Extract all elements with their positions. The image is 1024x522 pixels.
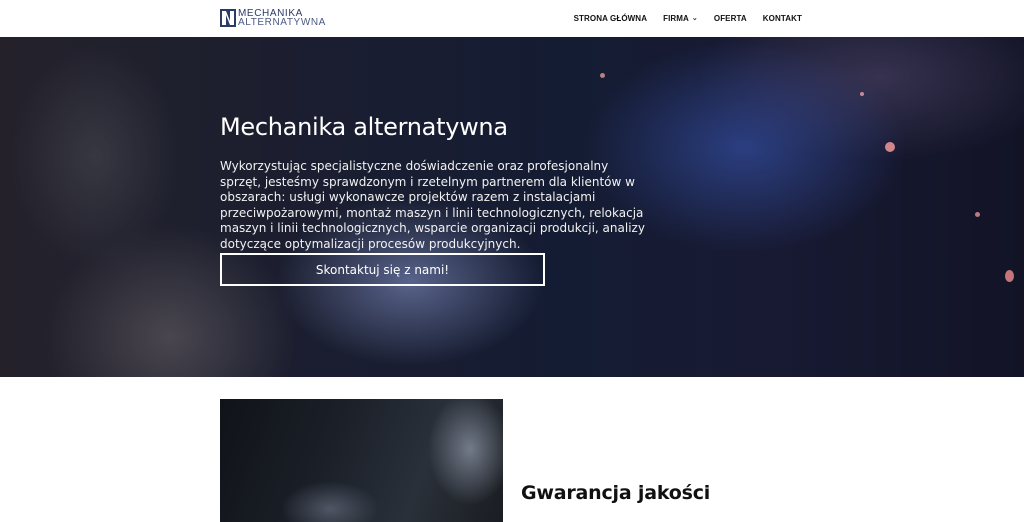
feature-section: Gwarancja jakości <box>0 377 1024 522</box>
main-nav: STRONA GŁÓWNA FIRMA ⌄ OFERTA KONTAKT <box>574 0 802 37</box>
ember-decoration <box>885 142 895 152</box>
feature-title: Gwarancja jakości <box>521 482 711 504</box>
hero-title: Mechanika alternatywna <box>220 113 508 141</box>
hero-banner: Mechanika alternatywna Wykorzystując spe… <box>0 37 1024 377</box>
ember-decoration <box>860 92 864 96</box>
site-logo[interactable]: MECHANIKA ALTERNATYWNA <box>220 8 326 28</box>
ember-decoration <box>1005 270 1014 282</box>
chevron-down-icon: ⌄ <box>691 14 698 22</box>
logo-text-line2: ALTERNATYWNA <box>238 17 326 28</box>
nav-item-label: OFERTA <box>713 14 747 23</box>
feature-image <box>220 399 503 522</box>
ember-decoration <box>600 73 605 78</box>
nav-item-home[interactable]: STRONA GŁÓWNA <box>574 14 647 23</box>
nav-item-label: FIRMA <box>663 14 689 23</box>
nav-item-kontakt[interactable]: KONTAKT <box>763 14 802 23</box>
ember-decoration <box>975 212 980 217</box>
hero-description: Wykorzystując specjalistyczne doświadcze… <box>220 159 645 251</box>
hero-content: Mechanika alternatywna Wykorzystując spe… <box>220 112 650 252</box>
logo-mark-icon <box>220 9 236 27</box>
site-header: MECHANIKA ALTERNATYWNA STRONA GŁÓWNA FIR… <box>0 0 1024 37</box>
nav-item-firma[interactable]: FIRMA ⌄ <box>663 14 698 23</box>
nav-item-label: STRONA GŁÓWNA <box>573 14 648 23</box>
nav-item-oferta[interactable]: OFERTA <box>714 14 747 23</box>
nav-item-label: KONTAKT <box>762 14 802 23</box>
contact-button[interactable]: Skontaktuj się z nami! <box>220 253 545 286</box>
